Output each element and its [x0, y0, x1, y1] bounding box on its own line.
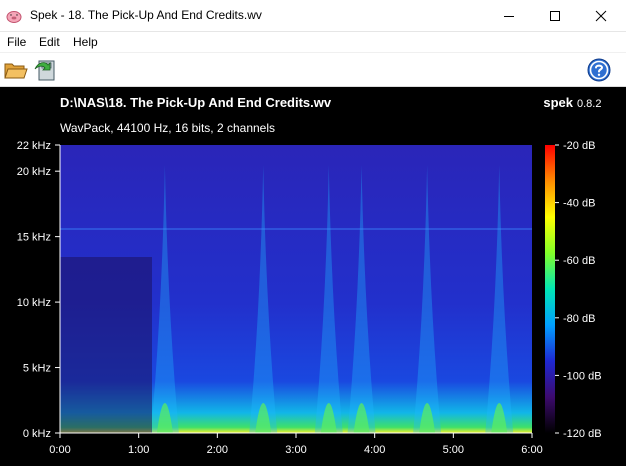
frequency-tick-label: 20 kHz: [17, 166, 51, 178]
file-path-label: D:\NAS\18. The Pick-Up And End Credits.w…: [60, 95, 332, 110]
app-name-label: spek: [543, 95, 573, 110]
time-tick-label: 5:00: [443, 444, 464, 456]
maximize-icon: [550, 10, 560, 21]
help-button[interactable]: [586, 57, 612, 83]
time-tick-label: 6:00: [521, 444, 542, 456]
minimize-button[interactable]: [486, 0, 532, 31]
format-info-label: WavPack, 44100 Hz, 16 bits, 2 channels: [60, 121, 275, 135]
db-tick-label: -40 dB: [563, 198, 595, 210]
db-tick-label: -80 dB: [563, 313, 595, 325]
spectrogram-chart: D:\NAS\18. The Pick-Up And End Credits.w…: [17, 95, 602, 456]
time-tick-label: 0:00: [49, 444, 70, 456]
db-tick-label: -100 dB: [563, 370, 602, 382]
help-question-icon: [587, 58, 611, 82]
save-button[interactable]: [32, 57, 58, 83]
save-export-icon: [34, 60, 55, 81]
db-tick-label: -120 dB: [563, 428, 602, 440]
frequency-axis: 0 kHz 5 kHz 10 kHz 15 kHz 20 kHz 22 kHz: [17, 140, 61, 440]
minimize-icon: [504, 15, 514, 17]
time-tick-label: 4:00: [364, 444, 385, 456]
app-version-label: 0.8.2: [577, 98, 601, 110]
window-title: Spek - 18. The Pick-Up And End Credits.w…: [30, 8, 262, 22]
frequency-tick-label: 15 kHz: [17, 232, 51, 244]
frequency-tick-label: 0 kHz: [23, 428, 51, 440]
close-icon: [595, 10, 607, 21]
time-tick-label: 3:00: [285, 444, 306, 456]
frequency-tick-label: 10 kHz: [17, 297, 51, 309]
time-axis: 0:00 1:00 2:00 3:00 4:00 5:00 6:00: [49, 432, 543, 456]
menu-file[interactable]: File: [7, 35, 26, 49]
time-tick-label: 1:00: [128, 444, 149, 456]
time-tick-label: 2:00: [207, 444, 228, 456]
menu-bar: File Edit Help: [0, 32, 626, 53]
db-tick-label: -60 dB: [563, 255, 595, 267]
frequency-tick-label: 5 kHz: [23, 363, 51, 375]
spectrogram-plot[interactable]: [60, 145, 532, 433]
db-color-scale: [545, 145, 555, 433]
db-tick-label: -20 dB: [563, 140, 595, 152]
pig-app-icon[interactable]: [6, 8, 22, 29]
menu-edit[interactable]: Edit: [39, 35, 60, 49]
db-scale-axis: -20 dB -40 dB -60 dB -80 dB -100 dB -120 dB: [555, 140, 602, 440]
maximize-button[interactable]: [532, 0, 578, 31]
spectrogram-viewer[interactable]: D:\NAS\18. The Pick-Up And End Credits.w…: [0, 87, 626, 466]
menu-help[interactable]: Help: [73, 35, 98, 49]
folder-open-icon: [4, 63, 28, 79]
quiet-intro-region: [60, 257, 152, 433]
open-file-button[interactable]: [2, 57, 28, 83]
title-bar[interactable]: Spek - 18. The Pick-Up And End Credits.w…: [0, 0, 626, 32]
close-button[interactable]: [578, 0, 624, 31]
toolbar: [0, 53, 626, 87]
frequency-tick-label: 22 kHz: [17, 140, 51, 152]
